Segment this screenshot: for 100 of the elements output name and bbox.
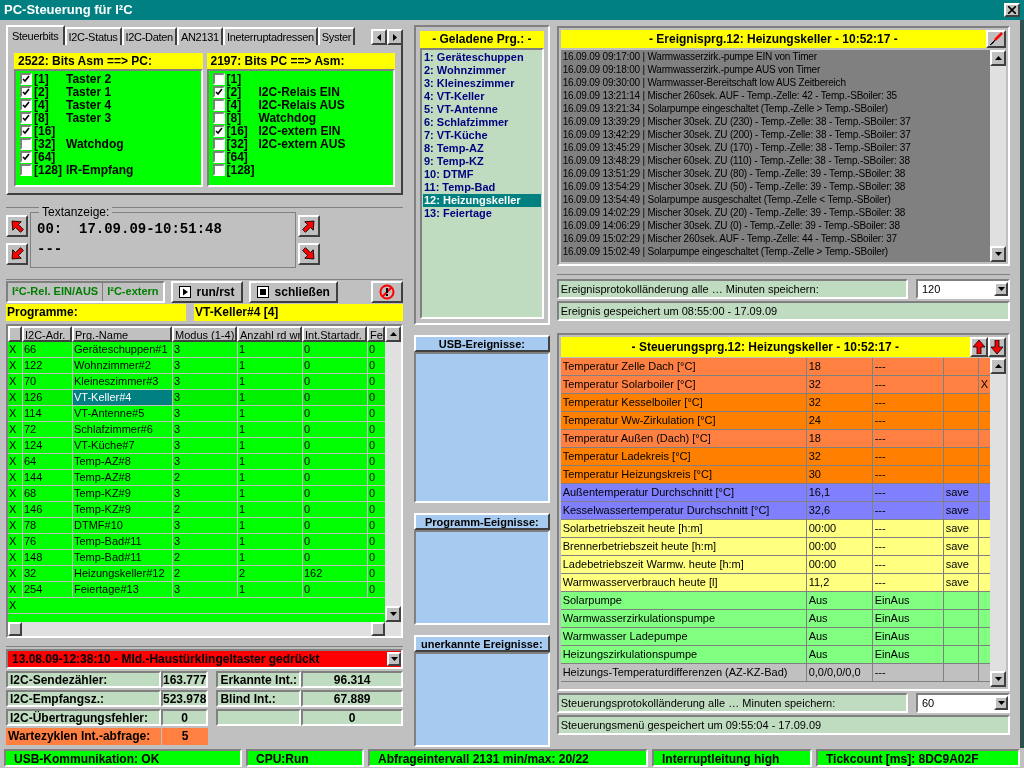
checkbox[interactable] — [212, 124, 225, 137]
table-row[interactable]: X 66 Geräteschuppen#1 3 1 0 0 — [8, 342, 385, 358]
interval-dropdown[interactable]: 60 — [916, 693, 1010, 713]
action-button[interactable]: run/rst — [170, 280, 243, 303]
checkbox[interactable] — [212, 98, 225, 111]
list-item[interactable]: 11: Temp-Bad — [423, 181, 541, 194]
alert-dropdown[interactable]: 13.08.09-12:38:10 - Mld.-Haustürklingeltaster gedrückt — [6, 649, 403, 669]
list-item[interactable]: 10: DTMF — [423, 168, 541, 181]
table-row[interactable]: X 114 VT-Antenne#5 3 1 0 0 — [8, 406, 385, 422]
table-row[interactable]: Heizungs-Temperaturdifferenzen (AZ-KZ-Bad) 0,0/0,0/0,0 --- — [560, 664, 990, 682]
table-row[interactable]: X 72 Schlafzimmer#6 3 1 0 0 — [8, 422, 385, 438]
scroll-up-icon[interactable] — [389, 332, 397, 336]
tab-scroll-left-button[interactable] — [371, 29, 387, 45]
table-row[interactable]: X 254 Feiertage#13 3 1 0 0 — [8, 582, 385, 598]
table-row[interactable]: Warmwasserzirkulationspumpe Aus EinAus — [560, 610, 990, 628]
halt-button[interactable] — [371, 280, 403, 303]
table-row[interactable]: Temperatur Solarboiler [°C] 32 --- X — [560, 376, 990, 394]
tab[interactable]: I2C-Status — [64, 27, 122, 45]
table-row[interactable]: Temperatur Ww-Zirkulation [°C] 24 --- — [560, 412, 990, 430]
table-row[interactable]: X 126 VT-Keller#4 3 1 0 0 — [8, 390, 385, 406]
checkbox[interactable] — [212, 137, 225, 150]
interval-dropdown[interactable]: 120 — [916, 279, 1010, 299]
checkbox[interactable] — [212, 163, 225, 176]
close-button[interactable] — [1004, 3, 1020, 17]
checkbox[interactable] — [20, 85, 32, 98]
scroll-down-icon[interactable] — [389, 612, 397, 616]
list-item[interactable]: 12: Heizungskeller — [423, 194, 541, 207]
checkbox[interactable] — [20, 163, 32, 176]
arrow-button[interactable] — [6, 242, 28, 265]
table-row[interactable]: Brennerbetriebszeit heute [h:m] 00:00 --- save — [560, 538, 990, 556]
action-button[interactable]: schließen — [248, 280, 338, 303]
table-row[interactable]: X 148 Temp-Bad#11 2 1 0 0 — [8, 550, 385, 566]
table-row[interactable]: X 76 Temp-Bad#11 3 1 0 0 — [8, 534, 385, 550]
scrollbar[interactable] — [990, 50, 1006, 262]
list-item[interactable]: 13: Feiertage — [423, 207, 541, 220]
list-item[interactable]: 2: Wohnzimmer — [423, 64, 541, 77]
tab[interactable]: Steuerbits — [6, 25, 65, 45]
checkbox[interactable] — [212, 85, 225, 98]
table-row[interactable]: X 70 Kleineszimmer#3 3 1 0 0 — [8, 374, 385, 390]
scroll-up-icon[interactable] — [994, 364, 1002, 368]
checkbox[interactable] — [20, 72, 32, 85]
clear-log-button[interactable] — [986, 30, 1006, 48]
arrow-button[interactable] — [6, 214, 28, 237]
table-row[interactable]: Temperatur Zelle Dach [°C] 18 --- — [560, 358, 990, 376]
table-row[interactable]: Ladebetriebszeit Warmw. heute [h:m] 00:00 --- save — [560, 556, 990, 574]
scrollbar[interactable] — [990, 358, 1006, 687]
checkbox[interactable] — [212, 72, 225, 85]
table-row[interactable]: Warmwasser Ladepumpe Aus EinAus — [560, 628, 990, 646]
list-item[interactable]: 7: VT-Küche — [423, 129, 541, 142]
scroll-down-icon[interactable] — [994, 252, 1002, 256]
tab[interactable]: Syster — [317, 27, 356, 45]
table-row[interactable]: Solarpumpe Aus EinAus — [560, 592, 990, 610]
column-header[interactable]: I2C-Adr. — [22, 326, 72, 342]
checkbox[interactable] — [20, 150, 32, 163]
checkbox[interactable] — [20, 111, 32, 124]
table-row[interactable]: X 78 DTMF#10 3 1 0 0 — [8, 518, 385, 534]
arrow-button[interactable] — [298, 214, 320, 237]
table-row[interactable]: Temperatur Außen (Dach) [°C] 18 --- — [560, 430, 990, 448]
table-row[interactable]: Temperatur Kesselboiler [°C] 32 --- — [560, 394, 990, 412]
table-row[interactable]: Temperatur Heizungskreis [°C] 30 --- — [560, 466, 990, 484]
column-header[interactable]: Int.Startadr. — [302, 326, 367, 342]
scroll-down-icon[interactable] — [994, 677, 1002, 681]
checkbox[interactable] — [20, 98, 32, 111]
right-triangle-icon[interactable] — [393, 33, 397, 41]
move-down-button[interactable] — [988, 337, 1006, 357]
list-item[interactable]: 1: Geräteschuppen — [423, 51, 541, 64]
list-item[interactable]: 6: Schlafzimmer — [423, 116, 541, 129]
table-row[interactable]: Außentemperatur Durchschnitt [°C] 16,1 --- save — [560, 484, 990, 502]
table-row[interactable]: Kesselwassertemperatur Durchschnitt [°C] 32,6 --- save — [560, 502, 990, 520]
table-row[interactable]: X — [8, 598, 385, 614]
list-item[interactable]: 3: Kleineszimmer — [423, 77, 541, 90]
list-item[interactable]: 5: VT-Antenne — [423, 103, 541, 116]
tab[interactable]: Ineterruptadressen — [222, 27, 318, 45]
table-row[interactable]: X 122 Wohnzimmer#2 3 1 0 0 — [8, 358, 385, 374]
tab[interactable]: AN2131 — [176, 27, 223, 45]
table-row[interactable]: X 144 Temp-AZ#8 2 1 0 0 — [8, 470, 385, 486]
scroll-up-icon[interactable] — [994, 56, 1002, 60]
tab[interactable]: I2C-Daten — [121, 27, 177, 45]
table-row[interactable]: X 32 Heizungskeller#12 2 2 162 0 — [8, 566, 385, 582]
table-row[interactable]: Solarbetriebszeit heute [h:m] 00:00 --- save — [560, 520, 990, 538]
list-item[interactable]: 4: VT-Keller — [423, 90, 541, 103]
table-row[interactable]: X 68 Temp-KZ#9 3 1 0 0 — [8, 486, 385, 502]
checkbox[interactable] — [20, 137, 32, 150]
arrow-button[interactable] — [298, 242, 320, 265]
list-item[interactable]: 9: Temp-KZ — [423, 155, 541, 168]
checkbox[interactable] — [20, 124, 32, 137]
table-row[interactable]: X 64 Temp-AZ#8 3 1 0 0 — [8, 454, 385, 470]
move-up-button[interactable] — [970, 337, 988, 357]
list-item[interactable]: 8: Temp-AZ — [423, 142, 541, 155]
table-row[interactable]: X 124 VT-Küche#7 3 1 0 0 — [8, 438, 385, 454]
left-triangle-icon[interactable] — [377, 33, 381, 41]
table-row[interactable]: Warmwasserverbrauch heute [l] 11,2 --- save — [560, 574, 990, 592]
checkbox[interactable] — [212, 150, 225, 163]
table-row[interactable]: Heizungszirkulationspumpe Aus EinAus — [560, 646, 990, 664]
horizontal-scrollbar[interactable] — [8, 622, 401, 636]
scrollbar[interactable] — [385, 326, 401, 622]
tab-scroll-right-button[interactable] — [387, 29, 403, 45]
column-header[interactable]: Anzahl rd wr — [237, 326, 302, 342]
table-row[interactable]: X 146 Temp-KZ#9 2 1 0 0 — [8, 502, 385, 518]
checkbox[interactable] — [212, 111, 225, 124]
